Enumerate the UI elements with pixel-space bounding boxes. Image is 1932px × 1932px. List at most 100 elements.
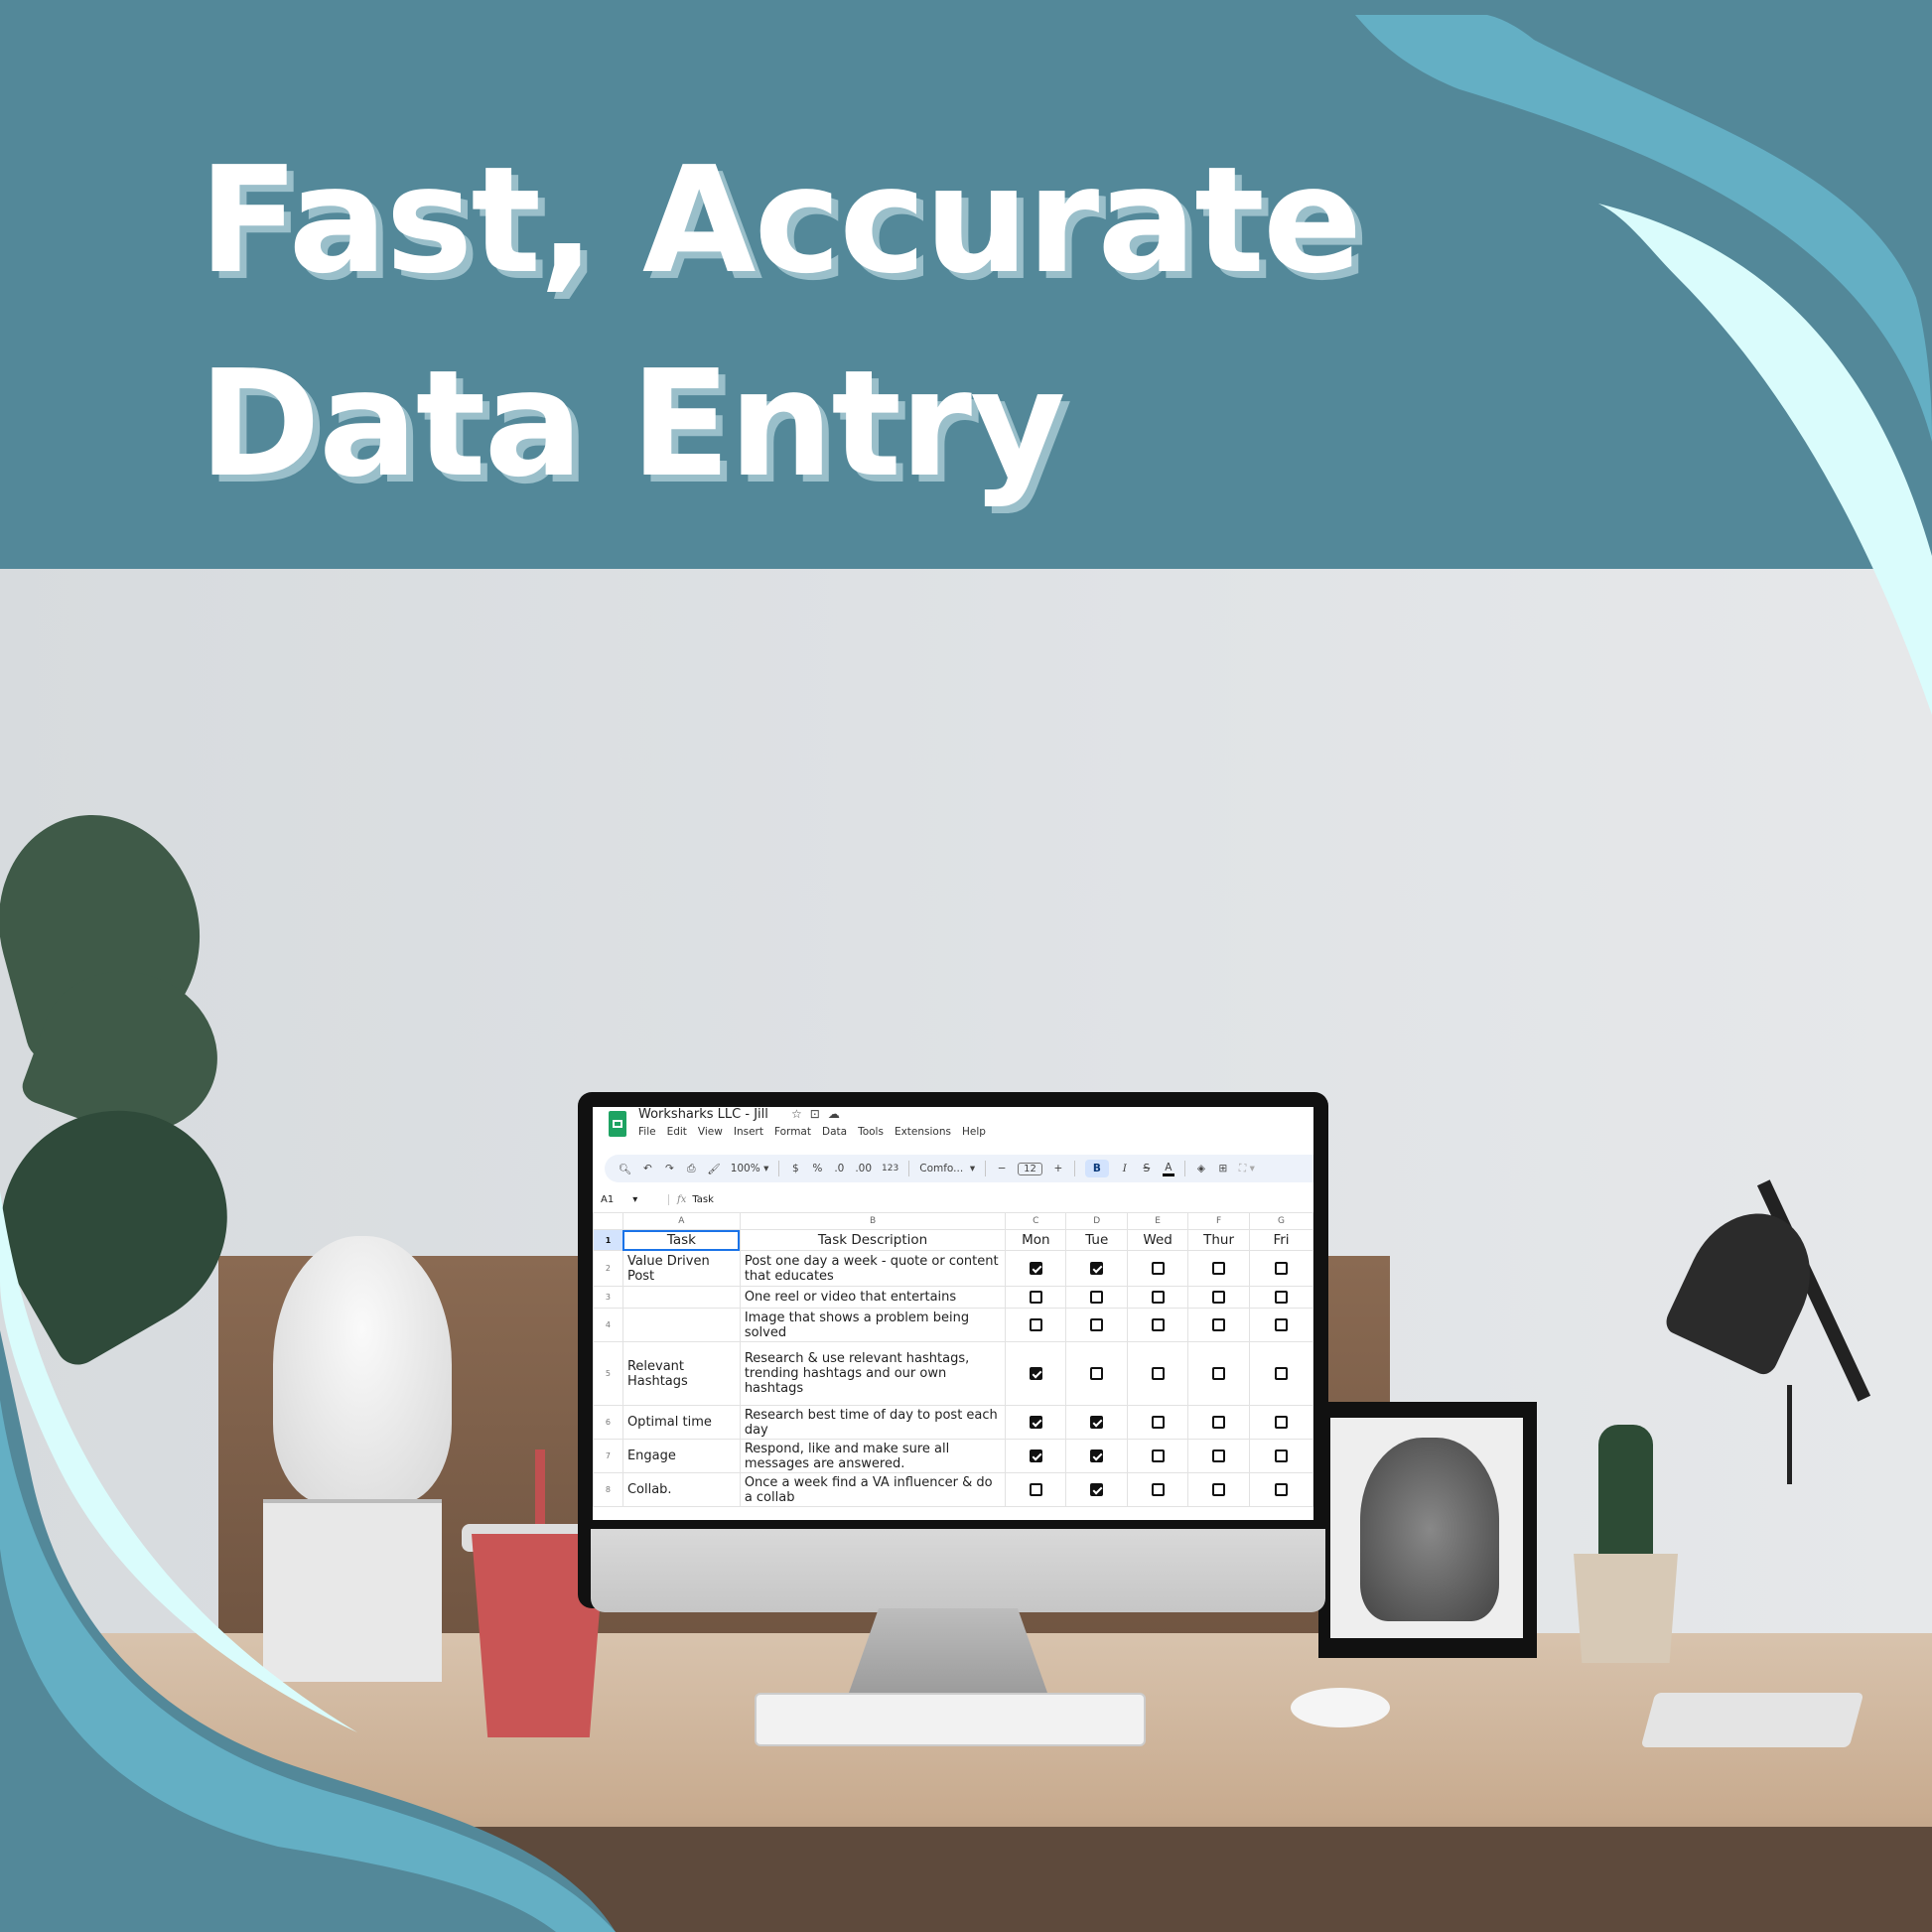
borders-icon[interactable]: ⊞ xyxy=(1217,1163,1229,1174)
checkbox-checked[interactable] xyxy=(1029,1416,1042,1429)
menu-tools[interactable]: Tools xyxy=(858,1126,884,1138)
checkbox-unchecked[interactable] xyxy=(1029,1483,1042,1496)
cell-d1[interactable]: Tue xyxy=(1065,1229,1129,1251)
move-to-folder-icon[interactable]: ⊡ xyxy=(810,1107,828,1121)
decrease-decimal-button[interactable]: .0 xyxy=(833,1163,845,1174)
cell-g1[interactable]: Fri xyxy=(1249,1229,1313,1251)
row-number[interactable]: 4 xyxy=(593,1308,623,1342)
task-cell[interactable]: Optimal time xyxy=(621,1405,741,1440)
checkbox-checked[interactable] xyxy=(1090,1449,1104,1462)
select-all-corner[interactable] xyxy=(593,1212,623,1230)
row-number[interactable]: 6 xyxy=(593,1405,623,1440)
task-description-cell[interactable]: Image that shows a problem being solved xyxy=(739,1308,1007,1342)
checkbox-unchecked[interactable] xyxy=(1275,1483,1289,1496)
checkbox-unchecked[interactable] xyxy=(1151,1367,1165,1380)
menu-edit[interactable]: Edit xyxy=(667,1126,687,1138)
task-description-cell[interactable]: Research & use relevant hashtags, trendi… xyxy=(739,1341,1007,1406)
task-description-cell[interactable]: Research best time of day to post each d… xyxy=(739,1405,1007,1440)
checkbox-unchecked[interactable] xyxy=(1275,1367,1289,1380)
checkbox-unchecked[interactable] xyxy=(1090,1367,1104,1380)
row-number[interactable]: 8 xyxy=(593,1472,623,1507)
menu-view[interactable]: View xyxy=(698,1126,723,1138)
checkbox-unchecked[interactable] xyxy=(1151,1449,1165,1462)
column-header-f[interactable]: F xyxy=(1187,1212,1251,1230)
menu-data[interactable]: Data xyxy=(822,1126,847,1138)
task-cell[interactable] xyxy=(621,1286,741,1309)
row-number[interactable]: 3 xyxy=(593,1286,623,1309)
merge-cells-icon[interactable]: ⛶ ▾ xyxy=(1239,1163,1255,1175)
increase-decimal-button[interactable]: .00 xyxy=(855,1163,872,1174)
checkbox-unchecked[interactable] xyxy=(1151,1291,1165,1304)
checkbox-checked[interactable] xyxy=(1029,1262,1042,1275)
row-number[interactable]: 1 xyxy=(593,1229,623,1251)
cell-e1[interactable]: Wed xyxy=(1127,1229,1189,1251)
checkbox-unchecked[interactable] xyxy=(1151,1416,1165,1429)
google-sheets-logo-icon[interactable] xyxy=(609,1111,626,1137)
menu-file[interactable]: File xyxy=(638,1126,656,1138)
checkbox-unchecked[interactable] xyxy=(1029,1318,1042,1331)
cell-b1[interactable]: Task Description xyxy=(739,1229,1007,1251)
row-number[interactable]: 7 xyxy=(593,1439,623,1473)
task-cell[interactable] xyxy=(621,1308,741,1342)
name-box[interactable]: A1 ▾ xyxy=(593,1194,660,1205)
font-select[interactable]: Comfo... ▾ xyxy=(919,1163,975,1174)
print-icon[interactable]: ⎙ xyxy=(685,1163,697,1175)
column-header-d[interactable]: D xyxy=(1065,1212,1129,1230)
checkbox-checked[interactable] xyxy=(1029,1367,1042,1380)
menu-format[interactable]: Format xyxy=(774,1126,811,1138)
checkbox-unchecked[interactable] xyxy=(1212,1318,1226,1331)
column-header-b[interactable]: B xyxy=(739,1212,1007,1230)
checkbox-unchecked[interactable] xyxy=(1212,1291,1226,1304)
column-header-e[interactable]: E xyxy=(1127,1212,1189,1230)
task-description-cell[interactable]: Once a week find a VA influencer & do a … xyxy=(739,1472,1007,1507)
currency-format-button[interactable]: $ xyxy=(789,1163,801,1174)
checkbox-unchecked[interactable] xyxy=(1212,1416,1226,1429)
checkbox-unchecked[interactable] xyxy=(1275,1262,1289,1275)
task-cell[interactable]: Value Driven Post xyxy=(621,1250,741,1287)
checkbox-checked[interactable] xyxy=(1090,1262,1104,1275)
cell-c1[interactable]: Mon xyxy=(1005,1229,1067,1251)
zoom-select[interactable]: 100% ▾ xyxy=(731,1163,769,1174)
redo-icon[interactable]: ↷ xyxy=(663,1163,675,1174)
menu-extensions[interactable]: Extensions xyxy=(895,1126,951,1138)
checkbox-unchecked[interactable] xyxy=(1090,1318,1104,1331)
row-number[interactable]: 5 xyxy=(593,1341,623,1406)
task-cell[interactable]: Relevant Hashtags xyxy=(621,1341,741,1406)
checkbox-unchecked[interactable] xyxy=(1212,1449,1226,1462)
menu-help[interactable]: Help xyxy=(962,1126,986,1138)
strikethrough-button[interactable]: S xyxy=(1141,1163,1153,1174)
document-title[interactable]: Worksharks LLC - Jill xyxy=(638,1107,768,1122)
bold-button[interactable]: B xyxy=(1084,1160,1109,1177)
column-header-c[interactable]: C xyxy=(1005,1212,1067,1230)
star-icon[interactable]: ☆ xyxy=(791,1107,810,1121)
checkbox-unchecked[interactable] xyxy=(1212,1367,1226,1380)
font-size-input[interactable]: 12 xyxy=(1018,1162,1042,1175)
task-description-cell[interactable]: One reel or video that entertains xyxy=(739,1286,1007,1309)
column-header-g[interactable]: G xyxy=(1249,1212,1313,1230)
checkbox-checked[interactable] xyxy=(1090,1416,1104,1429)
checkbox-unchecked[interactable] xyxy=(1275,1416,1289,1429)
fill-color-icon[interactable]: ◈ xyxy=(1195,1163,1207,1174)
search-icon[interactable]: 🔍︎ xyxy=(619,1163,631,1175)
italic-button[interactable]: I xyxy=(1119,1163,1131,1174)
checkbox-unchecked[interactable] xyxy=(1275,1449,1289,1462)
checkbox-unchecked[interactable] xyxy=(1151,1483,1165,1496)
cell-a1[interactable]: Task xyxy=(621,1229,741,1251)
task-cell[interactable]: Collab. xyxy=(621,1472,741,1507)
checkbox-unchecked[interactable] xyxy=(1275,1318,1289,1331)
cell-f1[interactable]: Thur xyxy=(1187,1229,1251,1251)
checkbox-unchecked[interactable] xyxy=(1212,1483,1226,1496)
task-description-cell[interactable]: Respond, like and make sure all messages… xyxy=(739,1439,1007,1473)
number-format-button[interactable]: 123 xyxy=(882,1164,898,1173)
checkbox-checked[interactable] xyxy=(1090,1483,1104,1496)
checkbox-unchecked[interactable] xyxy=(1275,1291,1289,1304)
task-description-cell[interactable]: Post one day a week - quote or content t… xyxy=(739,1250,1007,1287)
checkbox-unchecked[interactable] xyxy=(1090,1291,1104,1304)
text-color-button[interactable]: A xyxy=(1162,1162,1174,1176)
checkbox-unchecked[interactable] xyxy=(1029,1291,1042,1304)
row-number[interactable]: 2 xyxy=(593,1250,623,1287)
checkbox-unchecked[interactable] xyxy=(1151,1318,1165,1331)
task-cell[interactable]: Engage xyxy=(621,1439,741,1473)
decrease-font-size-button[interactable]: − xyxy=(996,1163,1008,1174)
increase-font-size-button[interactable]: + xyxy=(1052,1163,1064,1174)
